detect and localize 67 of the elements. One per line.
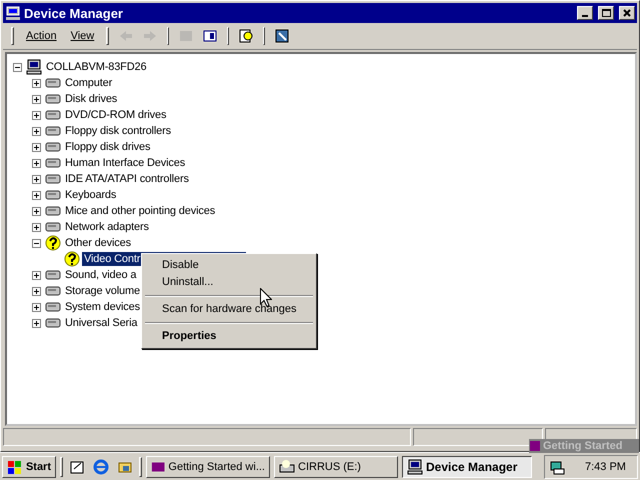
expand-toggle[interactable]	[32, 142, 41, 152]
expand-toggle[interactable]	[32, 238, 41, 248]
maximize-button[interactable]	[598, 6, 614, 20]
minimize-button[interactable]	[577, 6, 593, 20]
minimize-icon	[582, 15, 588, 17]
menu-item[interactable]: Uninstall...	[144, 274, 314, 291]
expand-toggle[interactable]	[32, 78, 41, 88]
panes-icon	[202, 28, 218, 44]
clock: 7:43 PM	[585, 460, 626, 472]
tree-item[interactable]: Universal Seria	[63, 316, 140, 330]
help-icon	[238, 28, 254, 44]
tree-item[interactable]: IDE ATA/ATAPI controllers	[63, 172, 191, 186]
forward-icon	[142, 28, 158, 44]
tree-item[interactable]: Network adapters	[63, 220, 151, 234]
taskbar-button[interactable]: Device Manager	[402, 456, 532, 478]
tree-item[interactable]: System devices	[63, 300, 142, 314]
start-button[interactable]: Start	[2, 456, 56, 478]
tree-item[interactable]: DVD/CD-ROM drives	[63, 108, 168, 122]
expand-toggle[interactable]	[32, 270, 41, 280]
expand-toggle[interactable]	[13, 62, 22, 72]
tree-item[interactable]: Other devices	[63, 236, 133, 250]
expand-toggle[interactable]	[32, 174, 41, 184]
tree-item[interactable]: Floppy disk controllers	[63, 124, 173, 138]
menu-item[interactable]: Properties	[144, 328, 314, 345]
question-icon	[45, 235, 61, 251]
computer-icon	[407, 458, 423, 474]
expand-toggle[interactable]	[32, 206, 41, 216]
expand-toggle[interactable]	[32, 190, 41, 200]
back-icon	[118, 28, 134, 44]
computer-icon	[5, 5, 21, 21]
tree-item[interactable]: Computer	[63, 76, 114, 90]
question-icon	[64, 251, 80, 267]
window-title: Device Manager	[24, 6, 124, 20]
flag-icon	[7, 458, 23, 474]
expand-toggle[interactable]	[32, 302, 41, 312]
tree-item[interactable]: Mice and other pointing devices	[63, 204, 218, 218]
window-icon	[529, 440, 541, 452]
tree-item[interactable]: Floppy disk drives	[63, 140, 152, 154]
expand-toggle[interactable]	[32, 286, 41, 296]
taskbar-button[interactable]: CIRRUS (E:)	[274, 456, 398, 478]
expand-toggle[interactable]	[32, 158, 41, 168]
maximize-icon	[602, 9, 610, 17]
tree-item[interactable]: Sound, video a	[63, 268, 138, 282]
menu-item[interactable]: Scan for hardware changes	[144, 301, 314, 318]
expand-toggle[interactable]	[32, 110, 41, 120]
menu-item[interactable]: View	[64, 28, 100, 44]
close-button[interactable]	[619, 6, 635, 20]
tree-item[interactable]: Keyboards	[63, 188, 118, 202]
tree-item[interactable]: Storage volume	[63, 284, 142, 298]
menu-item[interactable]: Action	[20, 28, 63, 44]
popup-title: Getting Started	[543, 440, 622, 452]
tree-item[interactable]: COLLABVM-83FD26	[44, 60, 148, 74]
taskbar-button[interactable]: Getting Started wi...	[146, 456, 270, 478]
computer-icon	[26, 59, 42, 75]
network-icon	[549, 458, 565, 474]
desktop-icon	[69, 458, 85, 474]
browser-icon	[93, 458, 109, 474]
expand-toggle[interactable]	[32, 318, 41, 328]
expand-toggle[interactable]	[32, 126, 41, 136]
menu-item[interactable]: Disable	[144, 257, 314, 274]
monitor-icon	[274, 28, 290, 44]
drive-icon	[279, 458, 295, 474]
tree-item[interactable]: Disk drives	[63, 92, 120, 106]
close-icon	[623, 9, 631, 17]
expand-toggle[interactable]	[32, 222, 41, 232]
tree-item[interactable]: Human Interface Devices	[63, 156, 188, 170]
expand-toggle[interactable]	[32, 94, 41, 104]
